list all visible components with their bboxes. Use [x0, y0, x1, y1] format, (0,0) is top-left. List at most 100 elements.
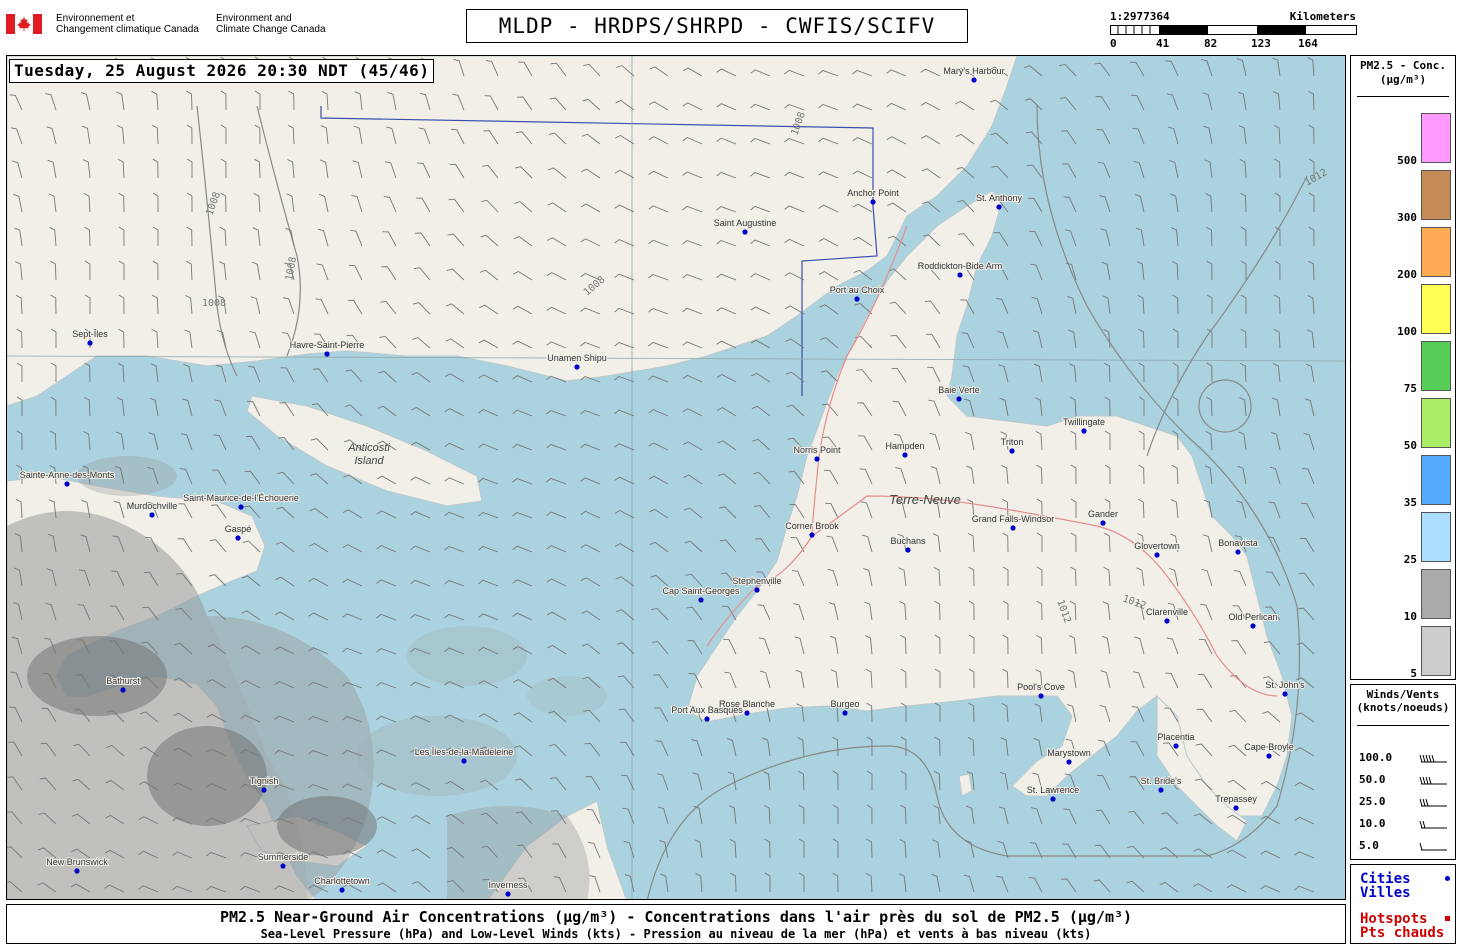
wind-barb	[1172, 362, 1179, 382]
wind-barb	[1274, 158, 1281, 179]
wind-barb	[1308, 90, 1315, 111]
wind-barb	[1129, 61, 1145, 77]
pm25-swatch	[1421, 284, 1451, 334]
wind-barb	[1192, 883, 1213, 893]
caption-line-2: Sea-Level Pressure (hPa) and Low-Level W…	[260, 927, 1092, 941]
wind-barb	[819, 304, 839, 315]
wind-barb	[990, 132, 1009, 145]
wind-barb	[444, 580, 465, 587]
wind-barb	[1160, 847, 1179, 859]
wind-barb	[342, 544, 363, 553]
wind-barb	[376, 816, 397, 825]
wind-barb	[280, 367, 295, 383]
wind-barb	[820, 337, 839, 349]
wind-barb	[410, 579, 431, 587]
pm25-level-label: 75	[1403, 382, 1417, 395]
city-label: Grand Falls-Windsor	[972, 514, 1055, 524]
pm25-swatch	[1421, 398, 1451, 448]
wind-barb	[1060, 878, 1077, 893]
hotspots-label-en: Hotspots	[1360, 911, 1428, 927]
wind-barb	[1031, 296, 1043, 315]
wind-barb	[444, 511, 465, 519]
wind-barb	[275, 541, 295, 553]
wind-barb	[1304, 398, 1315, 417]
wind-barb	[1170, 193, 1179, 213]
wind-barb	[1260, 885, 1281, 893]
wind-barb	[444, 373, 465, 383]
wind-barb	[1240, 294, 1247, 315]
wind-barb	[1099, 195, 1111, 213]
wind-barb	[1034, 703, 1043, 723]
wind-barb	[546, 444, 567, 451]
wind-barb	[512, 511, 533, 519]
wind-barb	[345, 369, 363, 383]
wind-barb	[655, 740, 669, 757]
wind-barb	[410, 545, 431, 553]
wind-barb	[444, 545, 465, 553]
city-label: New Brunswick	[46, 857, 108, 867]
wind-barb	[1104, 362, 1111, 383]
wind-barb	[378, 370, 397, 383]
wind-barb	[1127, 845, 1145, 859]
wind-barb	[656, 773, 669, 791]
wind-barb	[342, 613, 363, 621]
wind-barb	[1102, 295, 1111, 315]
isobar-label: 1008	[202, 298, 226, 309]
wind-barb	[798, 872, 805, 893]
wind-barb	[995, 297, 1009, 315]
wind-barb	[274, 611, 295, 621]
wind-barb	[755, 538, 771, 553]
wind-barb	[547, 644, 567, 655]
wind-barb	[726, 738, 737, 757]
wind-barb	[1205, 430, 1213, 451]
wind-barb	[798, 770, 805, 791]
city-label: Pool's Cove	[1017, 682, 1065, 692]
wind-barb	[215, 364, 227, 383]
wind-barb	[550, 777, 567, 791]
wind-barb	[581, 610, 601, 621]
pm25-swatch	[1421, 341, 1451, 391]
wind-barb	[762, 737, 771, 757]
wind-barb	[1226, 884, 1247, 893]
wind-barb	[1096, 129, 1111, 145]
wind-barb	[1030, 807, 1043, 825]
wind-barb	[1306, 329, 1315, 349]
scale-tick: 123	[1251, 37, 1271, 50]
wind-barb	[719, 539, 737, 553]
wind-barb	[342, 509, 363, 519]
wind-barb	[1236, 58, 1247, 77]
wind-barb	[1308, 260, 1315, 281]
wind-barb-icon	[1419, 842, 1447, 851]
wind-barb	[411, 372, 431, 383]
wind-barb	[797, 737, 805, 757]
wind-barb	[512, 375, 533, 383]
wind-barb	[1298, 572, 1315, 587]
wind-barb	[580, 409, 601, 417]
wind-barb	[342, 647, 363, 655]
wind-barb	[276, 506, 295, 519]
map-viewport[interactable]: 1008 1008 1008 1008 1008 1012 1012 1012 …	[6, 55, 1346, 900]
wind-barb	[998, 806, 1009, 825]
wind-barb	[1061, 130, 1077, 145]
government-name-fr: Environnement et Changement climatique Ca…	[56, 13, 199, 35]
wind-barb	[1269, 466, 1281, 485]
wind-barb	[478, 579, 499, 587]
caption-line-1: PM2.5 Near-Ground Air Concentrations (µg…	[219, 908, 1133, 926]
wind-barb	[832, 872, 839, 893]
wind-barb	[584, 742, 601, 757]
wind-barb	[648, 442, 669, 451]
wind-barb	[1240, 328, 1247, 349]
wind-barb	[786, 404, 805, 417]
city-label: Murdochville	[127, 501, 178, 511]
wind-barb	[1169, 159, 1179, 179]
wind-barb	[754, 505, 771, 519]
wind-barb	[580, 443, 601, 451]
wind-barb	[1171, 260, 1179, 281]
wind-barb	[686, 606, 703, 621]
scale-unit: Kilometers	[1289, 10, 1356, 23]
hotspots-label-fr: Pts chauds	[1360, 925, 1445, 941]
wind-barb	[214, 399, 227, 417]
city-label: Hampden	[885, 441, 924, 451]
wind-barb	[1206, 362, 1213, 383]
city-label: St. Bride's	[1141, 776, 1182, 786]
